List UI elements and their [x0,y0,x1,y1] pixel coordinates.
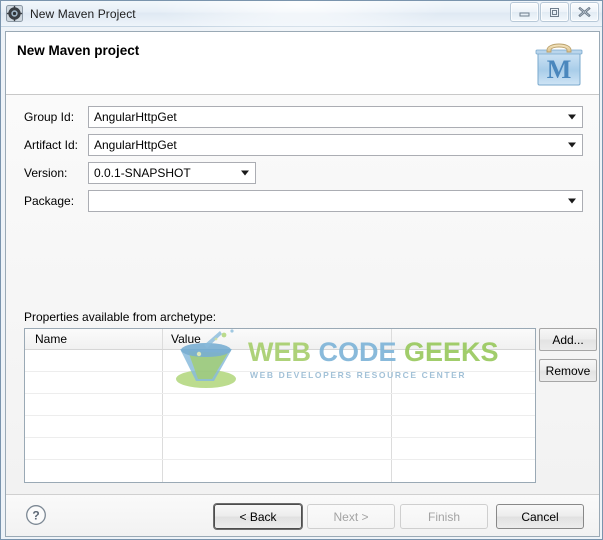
wizard-header: New Maven project [6,32,599,95]
page-title: New Maven project [17,43,139,58]
body-divider-1 [162,350,163,482]
window-title: New Maven Project [30,7,136,21]
field-row-version: Version: 0.0.1-SNAPSHOT [6,161,599,185]
field-row-group-id: Group Id: AngularHttpGet [6,105,599,129]
svg-text:M: M [547,55,572,84]
artifact-id-value: AngularHttpGet [94,138,177,152]
finish-button[interactable]: Finish [400,504,488,529]
row-divider [25,415,535,416]
cancel-button[interactable]: Cancel [496,504,584,529]
group-id-combo[interactable]: AngularHttpGet [88,106,583,128]
group-id-label: Group Id: [24,110,74,124]
wizard-dialog: New Maven project [5,31,600,537]
column-divider-2[interactable] [391,329,392,349]
minimize-button[interactable] [510,2,539,22]
package-label: Package: [24,194,74,208]
new-maven-project-window: New Maven Project New [0,0,603,540]
title-bar[interactable]: New Maven Project [1,1,602,27]
maven-wizard-icon [6,5,23,22]
chevron-down-icon[interactable] [568,199,576,204]
column-divider-1[interactable] [162,329,163,349]
artifact-id-combo[interactable]: AngularHttpGet [88,134,583,156]
dialog-footer: ? < Back Next > Finish Cancel [6,494,599,536]
table-header: Name Value [25,329,535,350]
version-value: 0.0.1-SNAPSHOT [94,166,191,180]
package-combo[interactable] [88,190,583,212]
field-row-package: Package: [6,189,599,213]
chevron-down-icon[interactable] [241,171,249,176]
column-header-name[interactable]: Name [35,332,67,346]
maximize-button[interactable] [540,2,569,22]
maven-logo-icon: M [533,37,585,89]
row-divider [25,371,535,372]
version-label: Version: [24,166,67,180]
window-controls [509,2,599,22]
svg-text:?: ? [32,509,39,523]
group-id-value: AngularHttpGet [94,110,177,124]
back-button[interactable]: < Back [214,504,302,529]
row-divider [25,393,535,394]
row-divider [25,459,535,460]
remove-property-button[interactable]: Remove [539,359,597,382]
version-combo[interactable]: 0.0.1-SNAPSHOT [88,162,256,184]
field-row-artifact-id: Artifact Id: AngularHttpGet [6,133,599,157]
add-property-button[interactable]: Add... [539,328,597,351]
properties-table[interactable]: Name Value [24,328,536,483]
column-header-value[interactable]: Value [171,332,201,346]
chevron-down-icon[interactable] [568,115,576,120]
help-icon[interactable]: ? [25,504,47,526]
wizard-content: Group Id: AngularHttpGet Artifact Id: An… [6,95,599,495]
row-divider [25,437,535,438]
body-divider-2 [391,350,392,482]
close-button[interactable] [570,2,599,22]
properties-label: Properties available from archetype: [24,310,216,324]
chevron-down-icon[interactable] [568,143,576,148]
artifact-id-label: Artifact Id: [24,138,78,152]
next-button[interactable]: Next > [307,504,395,529]
table-body[interactable] [25,350,535,482]
